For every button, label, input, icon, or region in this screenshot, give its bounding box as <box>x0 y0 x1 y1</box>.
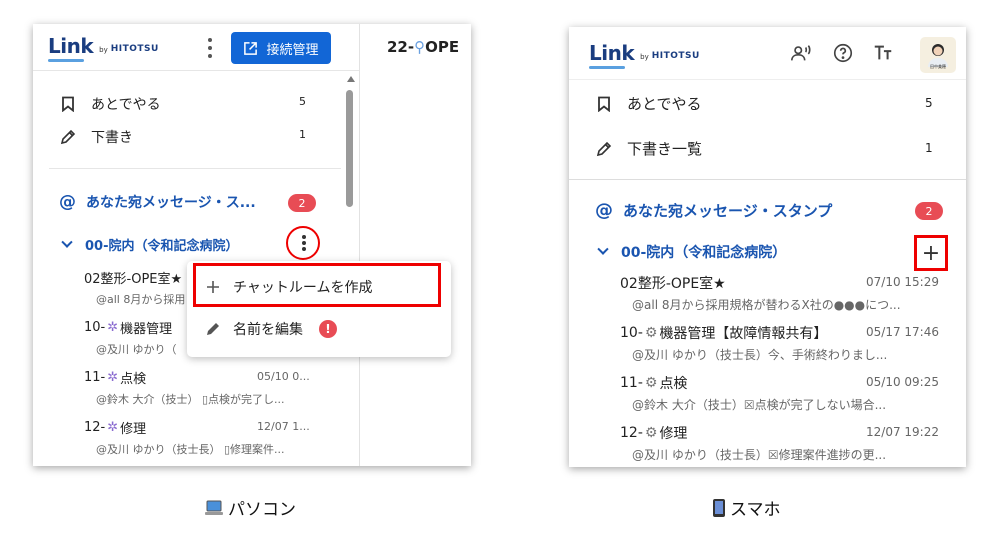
mentions-badge: 2 <box>915 202 943 220</box>
draft-count: 1 <box>299 128 306 141</box>
warning-icon: ! <box>319 320 337 338</box>
connection-manage-button[interactable]: 接続管理 <box>231 32 331 64</box>
external-link-icon <box>244 41 258 55</box>
create-highlight-box <box>193 263 441 307</box>
todo-item[interactable]: あとでやる <box>59 94 161 114</box>
pencil-icon <box>207 323 219 335</box>
gear-icon: ⚙ <box>644 425 658 441</box>
laptop-icon <box>205 500 223 515</box>
channel-preview: @及川 ゆかり（ <box>96 343 177 356</box>
channel-preview: @及川 ゆかり（技士長） ▯修理案件... <box>96 443 285 456</box>
channel-row[interactable]: 11- ⚙ 点検 <box>620 373 820 393</box>
todo-count: 5 <box>925 96 933 110</box>
channel-preview: @鈴木 大介（技士） ▯点検が完了し... <box>96 393 285 406</box>
pc-header: Link by HITOTSU 接続管理 <box>33 24 359 71</box>
todo-count: 5 <box>299 95 306 108</box>
draft-list-item[interactable]: 下書き一覧 <box>595 138 702 159</box>
draft-item[interactable]: 下書き <box>59 127 133 147</box>
group-header[interactable]: 00-院内（令和記念病院） <box>61 235 239 254</box>
gear-icon: ✲ <box>107 420 119 435</box>
header-more-icon[interactable] <box>205 38 215 58</box>
chevron-down-icon <box>597 243 609 255</box>
clip-icon: ⚲ <box>414 38 426 56</box>
channel-row[interactable]: 02整形-OPE室★ <box>84 268 194 287</box>
todo-item[interactable]: あとでやる <box>595 93 702 114</box>
link-logo[interactable]: Link by HITOTSU <box>589 43 700 69</box>
mentions-item[interactable]: @ あなた宛メッセージ・ス... <box>59 192 256 212</box>
smartphone-screenshot: Link by HITOTSU 田中美穂 あとでやる 5 下書き一覧 1 @ あ… <box>569 27 966 467</box>
group-context-menu: チャットルームを作成 名前を編集 ! <box>187 261 451 357</box>
channel-row[interactable]: 10- ✲ 機器管理 <box>84 318 194 337</box>
channel-preview: @鈴木 大介（技士）☒点検が完了しない場合... <box>632 398 887 412</box>
gear-icon: ✲ <box>107 320 119 335</box>
pencil-icon <box>595 140 613 158</box>
group-more-icon[interactable] <box>286 226 320 260</box>
chat-title: 22-⚲OPE <box>387 38 460 56</box>
gear-icon: ✲ <box>107 370 119 385</box>
smartphone-icon <box>713 498 725 517</box>
gear-icon: ⚙ <box>644 375 658 391</box>
channel-preview: @all 8月から採用規格が替わるX社の●●●につ... <box>632 298 901 312</box>
channel-preview: @及川 ゆかり（技士長）☒修理案件進捗の更... <box>632 448 887 462</box>
at-icon: @ <box>59 192 76 212</box>
mentions-badge: 2 <box>288 194 316 212</box>
pc-caption: パソコン <box>204 495 296 520</box>
channel-preview: @all 8月から採用 <box>96 293 186 306</box>
bookmark-icon <box>595 95 613 113</box>
channel-preview: @及川 ゆかり（技士長）今、手術終わりまし... <box>632 348 888 362</box>
sp-header: Link by HITOTSU 田中美穂 <box>569 27 966 79</box>
channel-row[interactable]: 02整形-OPE室★ <box>620 273 820 293</box>
at-icon: @ <box>595 200 613 221</box>
channel-row[interactable]: 12- ⚙ 修理 <box>620 423 820 443</box>
channel-row[interactable]: 12- ✲ 修理 <box>84 418 284 437</box>
mentions-item[interactable]: @ あなた宛メッセージ・スタンプ <box>595 200 832 221</box>
avatar[interactable]: 田中美穂 <box>920 37 956 73</box>
sp-caption: スマホ <box>712 495 781 520</box>
add-chatroom-button[interactable]: + <box>914 235 948 271</box>
help-icon[interactable] <box>831 41 855 65</box>
plus-icon: + <box>921 240 941 266</box>
scroll-up-arrow[interactable] <box>347 76 355 82</box>
voice-icon[interactable] <box>789 41 813 65</box>
text-size-icon[interactable] <box>871 41 895 65</box>
channel-row[interactable]: 10- ⚙ 機器管理【故障情報共有】 <box>620 323 860 343</box>
pencil-icon <box>59 128 77 146</box>
channel-row[interactable]: 11- ✲ 点検 <box>84 368 284 387</box>
pc-screenshot: Link by HITOTSU 接続管理 22-⚲OPE あとでやる 5 下書き… <box>33 24 471 466</box>
scrollbar-thumb[interactable] <box>346 90 353 207</box>
rename-menu-item[interactable]: 名前を編集 ! <box>187 309 451 349</box>
gear-icon: ⚙ <box>644 325 658 341</box>
group-header[interactable]: 00-院内（令和記念病院） <box>597 242 786 262</box>
chevron-down-icon <box>61 236 73 248</box>
bookmark-icon <box>59 95 77 113</box>
draft-count: 1 <box>925 141 933 155</box>
link-logo[interactable]: Link by HITOTSU <box>48 36 159 62</box>
